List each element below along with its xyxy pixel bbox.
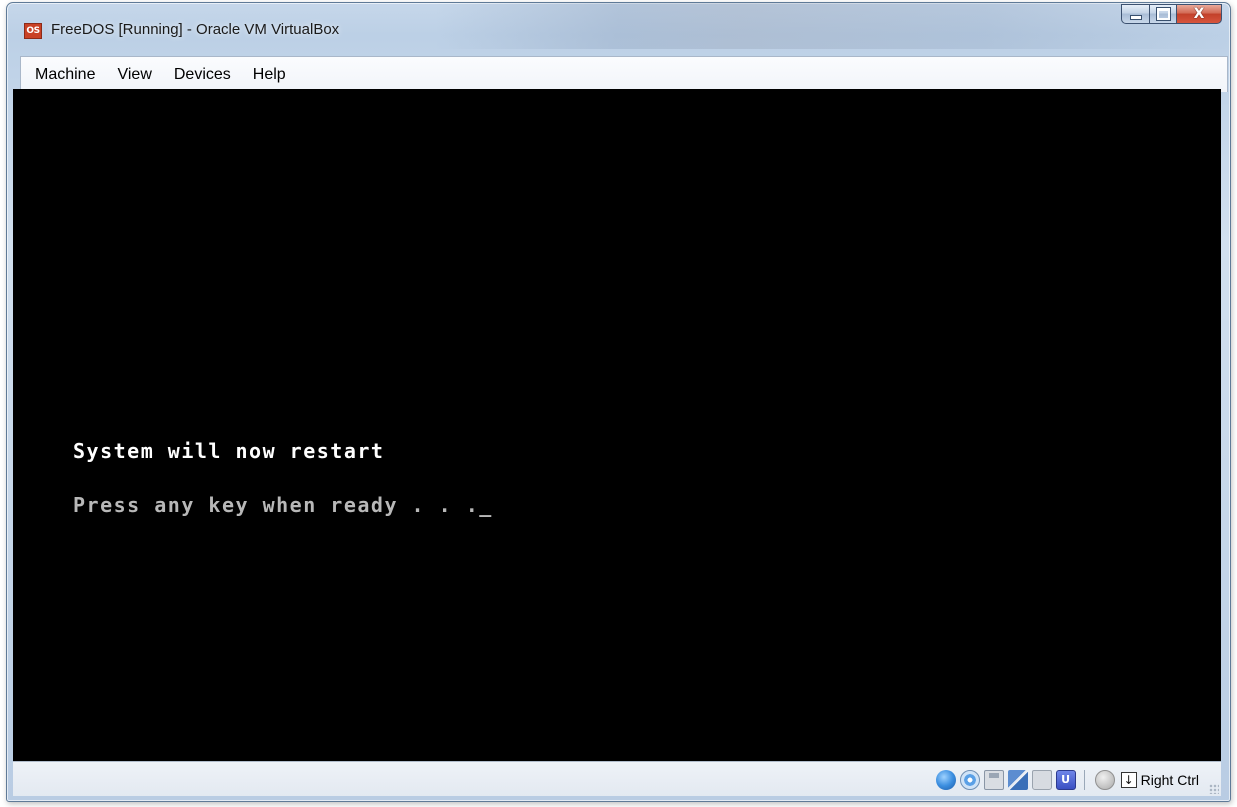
menu-bar: Machine View Devices Help [20, 56, 1228, 92]
menu-view[interactable]: View [117, 66, 151, 84]
status-separator [1083, 770, 1085, 790]
status-bar: U ↓ Right Ctrl [13, 761, 1221, 796]
floppy-icon[interactable] [983, 770, 1004, 790]
minimize-button[interactable] [1121, 4, 1149, 24]
close-icon: X [1193, 6, 1205, 22]
status-indicators: U ↓ Right Ctrl [932, 768, 1199, 792]
prompt-text: Press any key when ready . . . [73, 493, 480, 517]
minimize-icon [1129, 14, 1142, 20]
menu-help[interactable]: Help [253, 66, 286, 84]
press-any-key-prompt: Press any key when ready . . ._ [73, 493, 493, 517]
mouse-integration-icon[interactable] [1094, 770, 1115, 790]
title-bar[interactable]: OS FreeDOS [Running] - Oracle VM Virtual… [7, 3, 1230, 49]
maximize-button[interactable] [1149, 4, 1176, 24]
remote-display-icon[interactable]: U [1055, 770, 1076, 790]
caption-buttons: X [1121, 4, 1222, 26]
resize-grip[interactable] [1209, 784, 1219, 794]
text-cursor: _ [479, 493, 493, 517]
window-title: FreeDOS [Running] - Oracle VM VirtualBox [51, 21, 340, 38]
optical-drive-icon[interactable] [959, 770, 980, 790]
host-key-icon: ↓ [1120, 772, 1137, 788]
close-button[interactable]: X [1176, 4, 1222, 24]
maximize-icon [1155, 7, 1171, 21]
shared-folders-icon[interactable] [1031, 770, 1052, 790]
menu-devices[interactable]: Devices [174, 66, 231, 84]
restart-message: System will now restart [73, 439, 385, 463]
host-key-label: Right Ctrl [1140, 772, 1199, 788]
network-icon[interactable] [1007, 770, 1028, 790]
vm-display[interactable]: System will now restart Press any key wh… [13, 89, 1221, 761]
hard-disk-icon[interactable] [935, 770, 956, 790]
menu-machine[interactable]: Machine [35, 66, 95, 84]
virtualbox-app-icon[interactable]: OS [24, 23, 42, 39]
